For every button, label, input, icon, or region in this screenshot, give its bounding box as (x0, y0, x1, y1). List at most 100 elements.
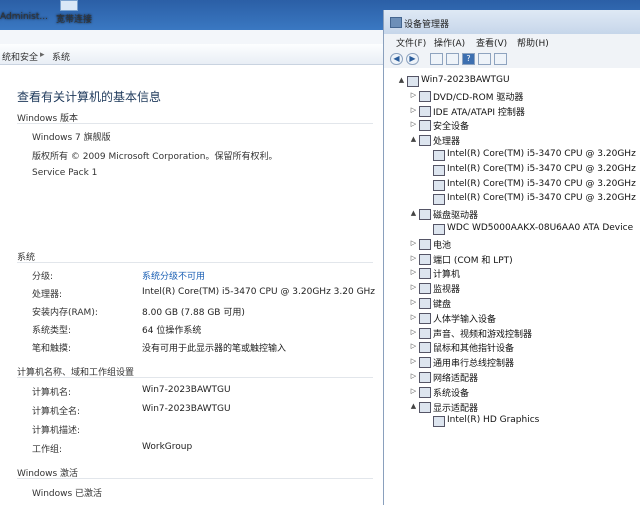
tree-label: 处理器 (433, 137, 461, 148)
expand-toggle-icon[interactable]: ▲ (410, 136, 417, 143)
page-title: 查看有关计算机的基本信息 (17, 90, 162, 104)
row-label: 安装内存(RAM): (32, 308, 98, 318)
tree-label: Win7-2023BAWTGU (421, 75, 510, 85)
cpu-icon (433, 194, 445, 206)
device-tree: ▲ Win7-2023BAWTGU ▷ DVD/CD-ROM 驱动器 ▷ IDE ATA/… (384, 68, 640, 505)
expand-toggle-icon[interactable]: ▷ (410, 269, 417, 276)
workgroup-value: WorkGroup (142, 442, 193, 452)
menu-file[interactable]: 文件(F) (396, 36, 426, 49)
control-panel-window: 统和安全 ▸ 系统 查看有关计算机的基本信息 Windows 版本 Window… (0, 30, 383, 505)
row-label: 分级: (32, 272, 54, 282)
desktop-icon-label: Administ... (0, 12, 48, 22)
tree-label: WDC WD5000AAKX-08U6AA0 ATA Device (447, 223, 634, 233)
row-label: 计算机全名: (32, 407, 81, 417)
expand-toggle-icon[interactable]: ▷ (410, 254, 417, 262)
expand-toggle-icon[interactable]: ▲ (410, 402, 417, 410)
view-icon[interactable] (446, 53, 459, 65)
processor-icon (419, 135, 431, 147)
windows-edition: Windows 7 旗舰版 (32, 133, 111, 143)
expand-toggle-icon[interactable]: ▷ (410, 343, 417, 350)
tree-label: Intel(R) Core(TM) i5-3470 CPU @ 3.20GHz (447, 149, 636, 159)
row-label: 系统类型: (32, 326, 72, 336)
hid-icon (419, 312, 431, 324)
tree-label: 电池 (433, 240, 452, 251)
disk-drive-icon (419, 209, 431, 221)
breadcrumb-separator: ▸ (40, 50, 45, 60)
device-manager-icon (390, 17, 402, 28)
row-label: 笔和触摸: (32, 344, 72, 354)
divider (17, 377, 373, 378)
tree-label: 安全设备 (433, 122, 470, 133)
expand-toggle-icon[interactable]: ▷ (410, 328, 417, 336)
forward-icon[interactable]: ▶ (406, 53, 419, 65)
keyboard-icon (419, 298, 431, 309)
tree-label: 系统设备 (433, 388, 470, 399)
expand-toggle-icon[interactable]: ▲ (398, 77, 405, 84)
rating-link[interactable]: 系统分级不可用 (142, 269, 205, 282)
computer-icon (407, 76, 419, 87)
cpu-icon (433, 150, 445, 161)
activation-status: Windows 已激活 (32, 489, 103, 499)
window-title: 设备管理器 (404, 20, 450, 30)
battery-icon (419, 238, 431, 250)
divider (17, 478, 373, 479)
menu-help[interactable]: 帮助(H) (517, 36, 549, 49)
expand-toggle-icon[interactable]: ▷ (410, 121, 417, 128)
menu-view[interactable]: 查看(V) (476, 36, 507, 49)
full-computer-name-value: Win7-2023BAWTGU (142, 404, 231, 414)
tree-label: 人体学输入设备 (433, 314, 497, 325)
details-icon[interactable] (478, 53, 491, 65)
title-bar[interactable]: 设备管理器 (384, 10, 640, 34)
tree-label: 磁盘驱动器 (433, 211, 479, 222)
display-adapter-icon (433, 416, 445, 428)
tree-label: IDE ATA/ATAPI 控制器 (433, 107, 525, 118)
expand-toggle-icon[interactable]: ▷ (410, 284, 417, 291)
network-adapter-icon (419, 372, 431, 383)
tree-label: 声音、视频和游戏控制器 (433, 329, 533, 340)
row-label: 计算机描述: (32, 426, 81, 436)
tree-label: Intel(R) HD Graphics (447, 415, 540, 426)
security-device-icon (419, 120, 431, 132)
display-adapter-icon (419, 401, 431, 413)
back-icon[interactable]: ◀ (390, 53, 403, 65)
mouse-icon (419, 342, 431, 354)
tree-label: Intel(R) Core(TM) i5-3470 CPU @ 3.20GHz (447, 178, 636, 189)
breadcrumb-item[interactable]: 统和安全 (2, 50, 38, 63)
breadcrumb-item[interactable]: 系统 (52, 50, 70, 63)
content-area: 查看有关计算机的基本信息 Windows 版本 Windows 7 旗舰版 版权… (0, 66, 383, 505)
properties-icon[interactable] (430, 53, 443, 65)
row-label: 处理器: (32, 290, 63, 300)
expand-toggle-icon[interactable]: ▷ (410, 91, 417, 99)
address-bar[interactable]: 统和安全 ▸ 系统 (0, 44, 383, 65)
help-icon[interactable]: ? (462, 53, 475, 65)
expand-toggle-icon[interactable]: ▷ (410, 373, 417, 380)
computer-name-value: Win7-2023BAWTGU (142, 385, 231, 395)
expand-toggle-icon[interactable]: ▷ (410, 313, 417, 321)
expand-toggle-icon[interactable]: ▷ (410, 106, 417, 114)
expand-toggle-icon[interactable]: ▷ (410, 299, 417, 306)
desktop-icon-administrator[interactable]: Administ... (0, 0, 50, 28)
expand-toggle-icon[interactable]: ▷ (410, 358, 417, 365)
pen-touch-value: 没有可用于此显示器的笔或触控输入 (142, 344, 287, 354)
copyright-text: 版权所有 © 2009 Microsoft Corporation。保留所有权利… (32, 152, 278, 162)
tree-label: 计算机 (433, 270, 461, 281)
device-manager-window: 设备管理器 文件(F) 操作(A) 查看(V) 帮助(H) ◀ ▶ ? ▲ Win… (383, 10, 640, 505)
tree-label: DVD/CD-ROM 驱动器 (433, 92, 524, 103)
toolbar: ◀ ▶ ? (384, 49, 640, 69)
window-top-strip (0, 30, 383, 45)
tree-label: 监视器 (433, 285, 461, 296)
port-icon (419, 253, 431, 265)
expand-toggle-icon[interactable]: ▲ (410, 210, 417, 217)
menu-action[interactable]: 操作(A) (434, 36, 465, 49)
scan-hardware-icon[interactable] (494, 53, 507, 65)
desktop-icon-broadband[interactable]: 宽带连接 (56, 0, 100, 28)
expand-toggle-icon[interactable]: ▷ (410, 387, 417, 395)
expand-toggle-icon[interactable]: ▷ (410, 239, 417, 247)
row-label: 工作组: (32, 445, 63, 455)
